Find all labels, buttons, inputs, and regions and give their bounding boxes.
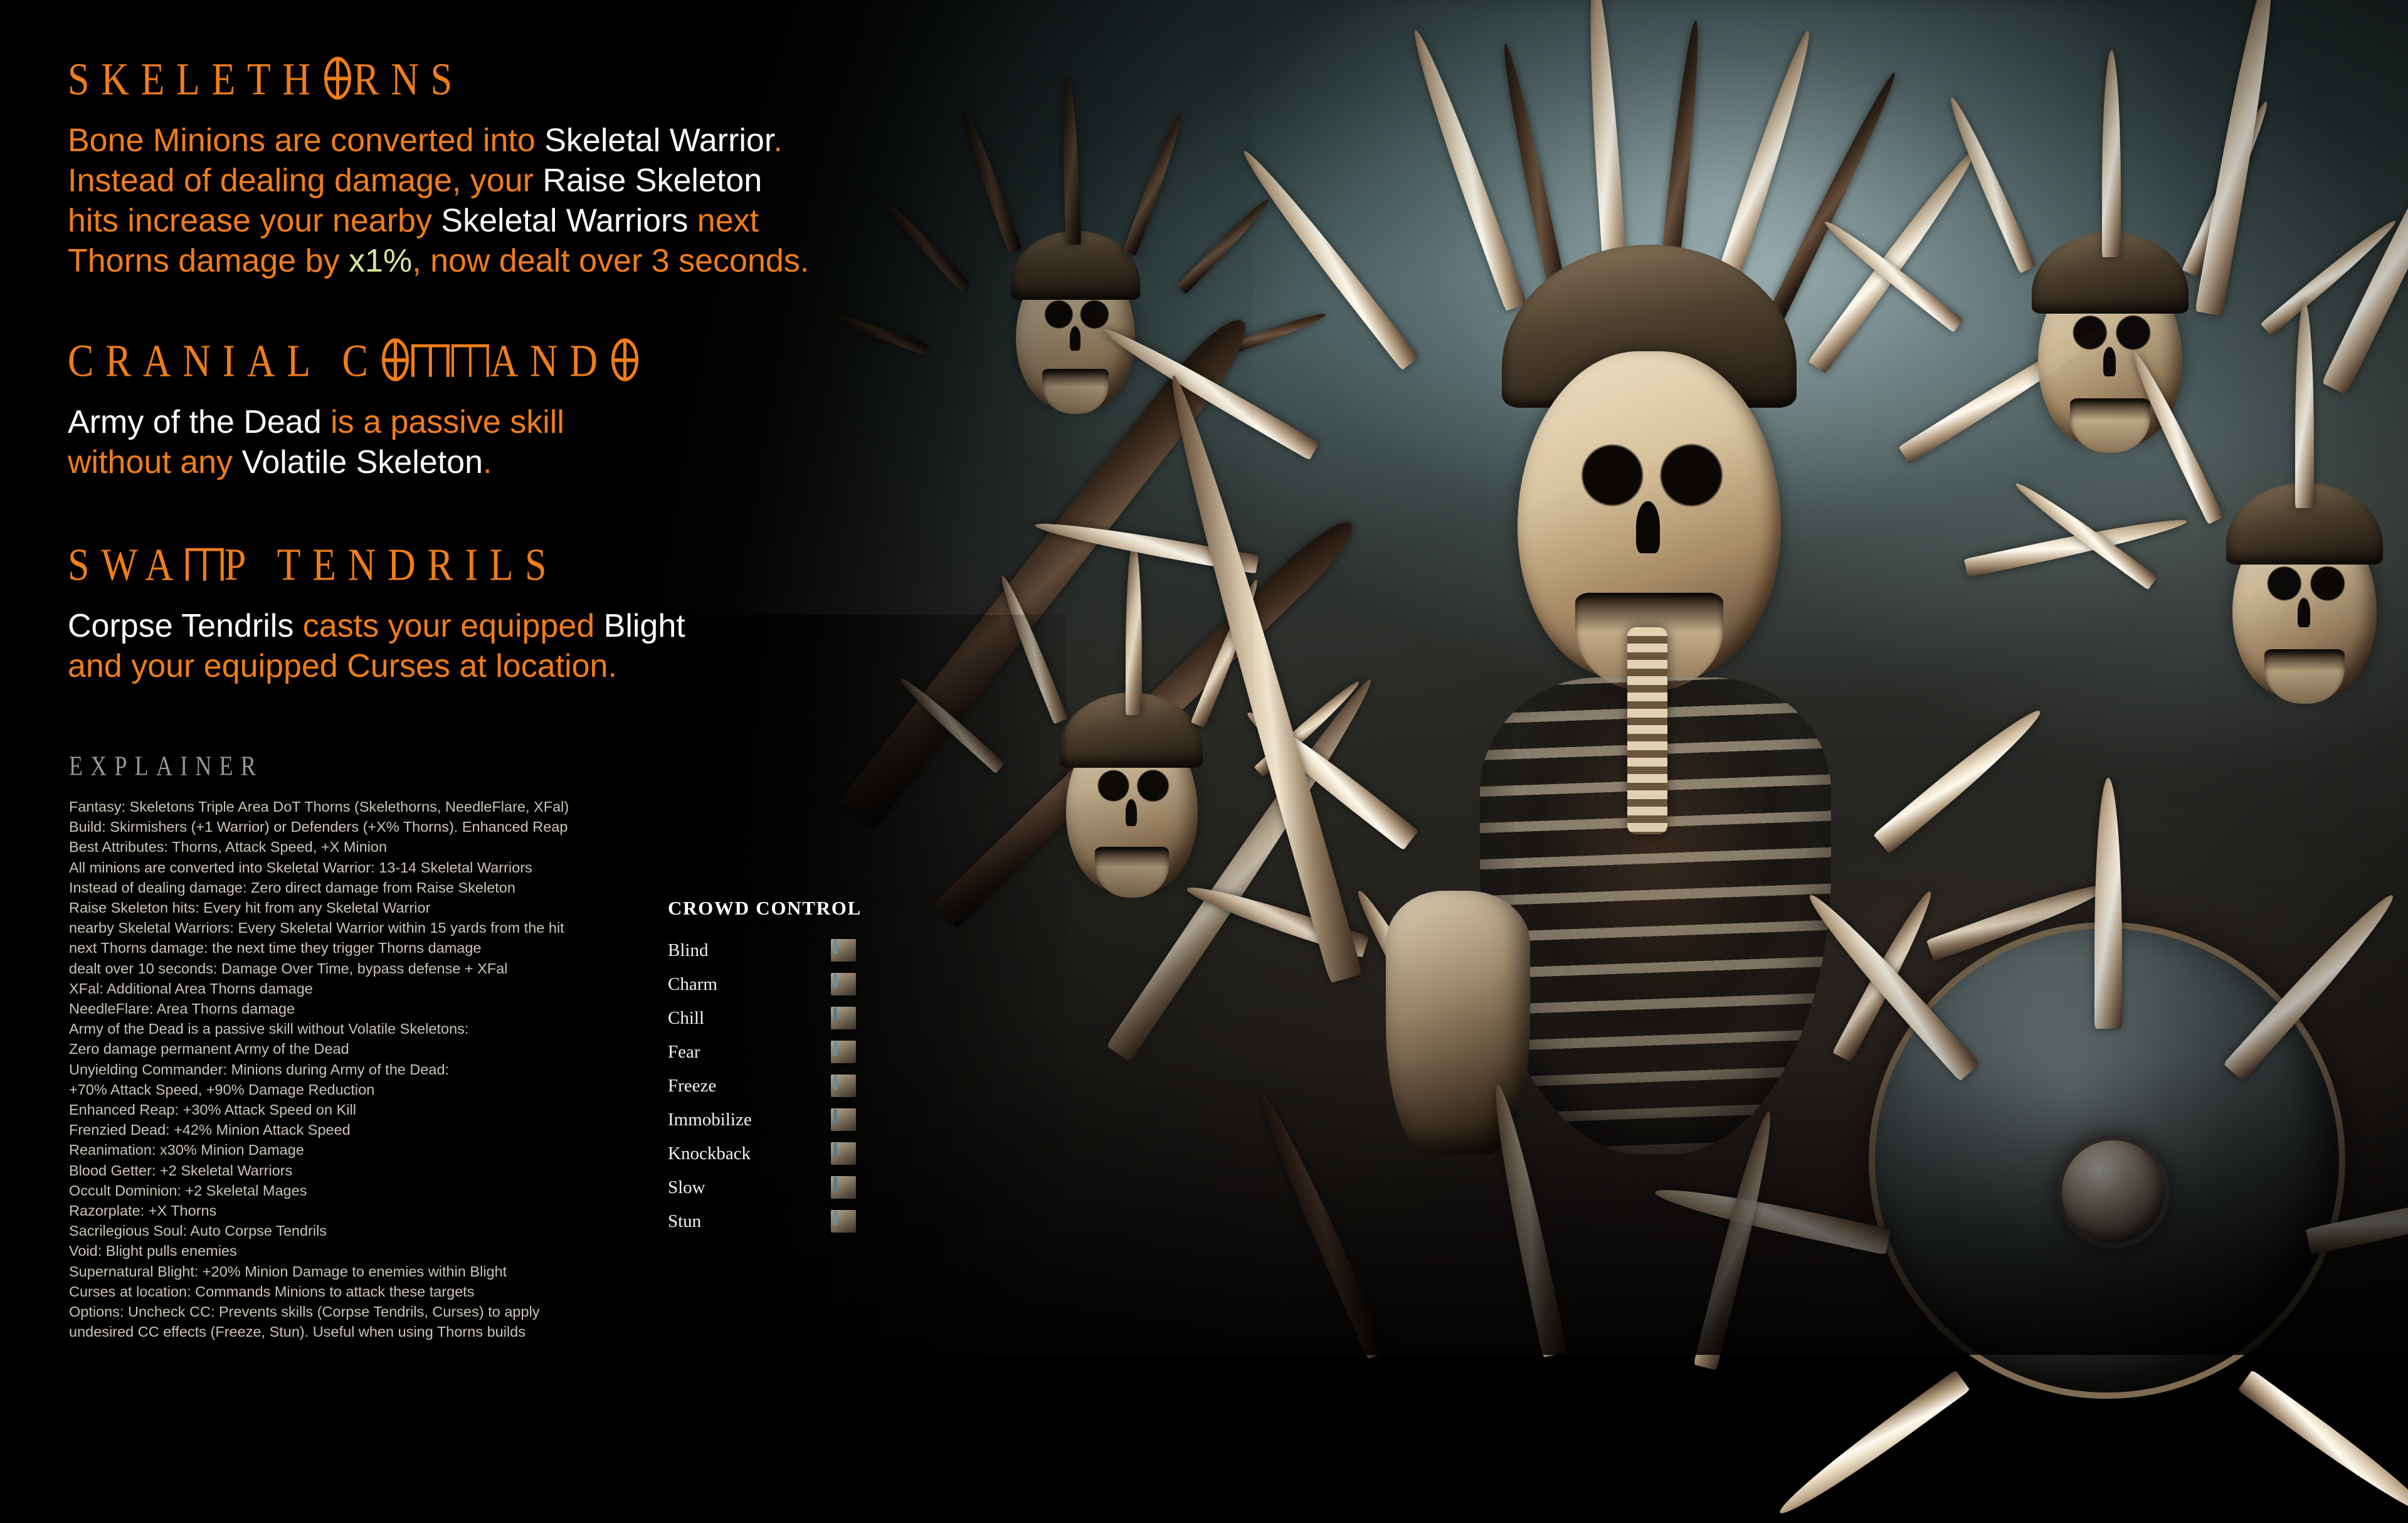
explainer-line: Fantasy: Skeletons Triple Area DoT Thorn… xyxy=(69,799,569,815)
cc-label: Blind xyxy=(668,940,709,960)
section-body-skelethorns: Bone Minions are converted into Skeletal… xyxy=(68,120,809,281)
checkbox-fill xyxy=(833,1211,837,1225)
shield-spike xyxy=(2237,1369,2408,1523)
cc-label: Chill xyxy=(668,1007,705,1028)
checkbox-charm[interactable] xyxy=(831,973,856,995)
cc-row-freeze: Freeze xyxy=(655,1069,856,1103)
explainer-line: Razorplate: +X Thorns xyxy=(69,1202,217,1219)
explainer-line: Best Attributes: Thorns, Attack Speed, +… xyxy=(69,839,388,856)
body-line: Army of the Dead is a passive skill xyxy=(68,404,564,440)
body-line: Bone Minions are converted into Skeletal… xyxy=(68,122,783,159)
explainer-panel: EXPLAINER Fantasy: Skeletons Triple Area… xyxy=(69,750,696,1342)
crowd-control-heading: CROWD CONTROL xyxy=(668,897,862,919)
checkbox-stun[interactable] xyxy=(831,1210,856,1233)
value-highlight: x1% xyxy=(349,243,413,279)
checkbox-fill xyxy=(833,1177,837,1191)
cc-label: Charm xyxy=(668,974,717,994)
checkbox-fill xyxy=(833,1109,837,1123)
explainer-line: NeedleFlare: Area Thorns damage xyxy=(69,1000,295,1017)
checkbox-fill xyxy=(833,1075,837,1090)
cc-row-slow: Slow xyxy=(655,1170,856,1204)
explainer-line: +70% Attack Speed, +90% Damage Reduction xyxy=(69,1081,375,1098)
explainer-line: Supernatural Blight: +20% Minion Damage … xyxy=(69,1263,507,1280)
cc-row-fear: Fear xyxy=(655,1035,856,1069)
cc-label: Stun xyxy=(668,1211,702,1231)
body-line: Thorns damage by x1%, now dealt over 3 s… xyxy=(68,243,810,279)
body-line: and your equipped Curses at location. xyxy=(68,648,617,684)
explainer-line: Sacrilegious Soul: Auto Corpse Tendrils xyxy=(69,1223,327,1239)
explainer-line: Enhanced Reap: +30% Attack Speed on Kill xyxy=(69,1101,356,1118)
section-title-swamp-tendrils: SWA P TENDRILS xyxy=(68,539,559,591)
double-m-glyph xyxy=(185,548,224,581)
section-title-skelethorns: SKELETH RNS xyxy=(68,54,464,105)
crowd-control-list: Blind Charm Chill Fear Freeze Immobilize xyxy=(655,933,856,1238)
crowd-control-panel: CROWD CONTROL Blind Charm Chill Fear Fre… xyxy=(655,897,862,1238)
explainer-line: Raise Skeleton hits: Every hit from any … xyxy=(69,899,431,916)
section-body-cranial-commando: Army of the Dead is a passive skill with… xyxy=(68,402,640,482)
explainer-line: Army of the Dead is a passive skill with… xyxy=(69,1021,469,1037)
explainer-line: Options: Uncheck CC: Prevents skills (Co… xyxy=(69,1303,540,1320)
double-m-glyph xyxy=(451,344,490,377)
explainer-line: Blood Getter: +2 Skeletal Warriors xyxy=(69,1162,293,1179)
content-layer: SKELETH RNS Bone Minions are converted in… xyxy=(0,0,2408,1355)
body-line: Instead of dealing damage, your Raise Sk… xyxy=(68,162,763,199)
section-cranial-commando: CRANIAL C AND Army of the Dead is a passi… xyxy=(68,338,640,482)
cc-label: Slow xyxy=(668,1177,705,1197)
explainer-line: Curses at location: Commands Minions to … xyxy=(69,1283,475,1300)
section-swamp-tendrils: SWA P TENDRILS Corpse Tendrils casts your… xyxy=(68,542,685,686)
section-body-swamp-tendrils: Corpse Tendrils casts your equipped Blig… xyxy=(68,606,685,686)
explainer-line: dealt over 10 seconds: Damage Over Time,… xyxy=(69,960,508,977)
cc-label: Immobilize xyxy=(668,1109,752,1130)
cc-row-knockback: Knockback xyxy=(655,1137,856,1170)
crossed-circle-o-icon xyxy=(381,338,409,382)
explainer-list: Fantasy: Skeletons Triple Area DoT Thorn… xyxy=(69,797,696,1342)
body-line: hits increase your nearby Skeletal Warri… xyxy=(68,203,759,239)
shield-spike xyxy=(1772,1369,1970,1523)
cc-row-chill: Chill xyxy=(655,1001,856,1035)
checkbox-fear[interactable] xyxy=(831,1041,856,1063)
explainer-line: XFal: Additional Area Thorns damage xyxy=(69,980,313,997)
explainer-line: Zero damage permanent Army of the Dead xyxy=(69,1041,349,1058)
explainer-line: All minions are converted into Skeletal … xyxy=(69,859,532,876)
cc-label: Fear xyxy=(668,1041,700,1062)
cc-label: Knockback xyxy=(668,1143,751,1164)
cc-label: Freeze xyxy=(668,1075,717,1096)
checkbox-freeze[interactable] xyxy=(831,1075,856,1097)
cc-row-immobilize: Immobilize xyxy=(655,1103,856,1137)
checkbox-fill xyxy=(833,1007,837,1022)
double-m-glyph xyxy=(411,344,450,377)
checkbox-slow[interactable] xyxy=(831,1176,856,1199)
explainer-line: next Thorns damage: the next time they t… xyxy=(69,940,482,957)
checkbox-blind[interactable] xyxy=(831,939,856,962)
checkbox-knockback[interactable] xyxy=(831,1142,856,1165)
checkbox-immobilize[interactable] xyxy=(831,1108,856,1131)
explainer-line: Void: Blight pulls enemies xyxy=(69,1243,237,1260)
cc-row-charm: Charm xyxy=(655,967,856,1001)
checkbox-fill xyxy=(833,974,837,988)
explainer-heading: EXPLAINER xyxy=(69,750,264,782)
explainer-line: undesired CC effects (Freeze, Stun). Use… xyxy=(69,1324,525,1340)
checkbox-fill xyxy=(833,1143,837,1157)
cc-row-blind: Blind xyxy=(655,933,856,967)
explainer-line: Occult Dominion: +2 Skeletal Mages xyxy=(69,1182,307,1199)
explainer-line: Build: Skirmishers (+1 Warrior) or Defen… xyxy=(69,819,568,836)
crossed-circle-o-icon xyxy=(611,338,639,382)
body-line: Corpse Tendrils casts your equipped Blig… xyxy=(68,608,685,644)
explainer-line: Instead of dealing damage: Zero direct d… xyxy=(69,879,515,896)
explainer-line: Reanimation: x30% Minion Damage xyxy=(69,1142,304,1159)
cc-row-stun: Stun xyxy=(655,1204,856,1238)
body-line: without any Volatile Skeleton. xyxy=(68,444,492,480)
explainer-line: Unyielding Commander: Minions during Arm… xyxy=(69,1061,450,1078)
section-skelethorns: SKELETH RNS Bone Minions are converted in… xyxy=(68,56,809,281)
section-title-cranial-commando: CRANIAL C AND xyxy=(68,338,640,385)
checkbox-chill[interactable] xyxy=(831,1007,856,1029)
crossed-circle-o-icon xyxy=(324,56,352,100)
checkbox-fill xyxy=(833,1041,837,1056)
checkbox-fill xyxy=(833,940,837,954)
explainer-line: nearby Skeletal Warriors: Every Skeletal… xyxy=(69,920,564,937)
explainer-line: Frenzied Dead: +42% Minion Attack Speed xyxy=(69,1122,351,1138)
